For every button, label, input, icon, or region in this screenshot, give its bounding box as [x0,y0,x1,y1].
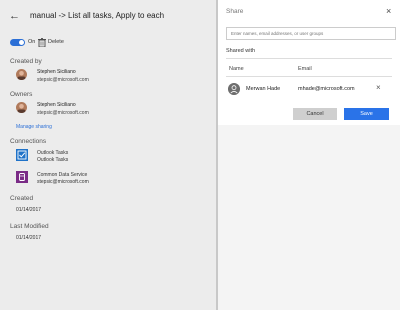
manage-sharing-link[interactable]: Manage sharing [16,124,52,130]
share-title: Share [226,8,244,15]
share-panel: Share × Shared with Name Email Merwan Ha… [218,0,400,125]
back-arrow-icon[interactable]: ← [9,10,20,22]
close-icon[interactable]: × [386,6,391,16]
share-pane: Share × Shared with Name Email Merwan Ha… [218,0,400,310]
owners-heading: Owners [10,91,33,98]
column-header-email: Email [298,66,312,72]
last-modified-heading: Last Modified [10,223,49,230]
divider-line [226,76,392,77]
created-date: 01/14/2017 [16,207,42,213]
creator-email: stepsic@microsoft.com [37,77,89,83]
connection-name: Outlook Tasks [37,150,69,156]
shared-user-email: mhade@microsoft.com [298,86,355,92]
owner-email: stepsic@microsoft.com [37,110,89,116]
shared-user-name: Merwan Hade [246,86,281,92]
owner-name: Stephen Siciliano [37,102,76,108]
page-title: manual -> List all tasks, Apply to each [30,11,165,20]
toggle-knob [19,40,24,45]
share-search-input[interactable] [226,27,396,40]
remove-user-icon[interactable]: × [376,83,381,92]
flow-on-toggle[interactable] [10,39,25,46]
connection-name: Common Data Service [37,172,88,178]
connection-detail: stepsic@microsoft.com [37,179,89,185]
column-header-name: Name [229,66,244,72]
owner-avatar [16,102,27,113]
creator-name: Stephen Siciliano [37,69,76,75]
created-heading: Created [10,195,34,202]
outlook-tasks-icon [16,149,28,161]
delete-button[interactable]: Delete [48,39,64,45]
last-modified-date: 01/14/2017 [16,235,42,241]
creator-avatar [16,69,27,80]
divider-line [226,58,392,59]
flow-details-pane: ← manual -> List all tasks, Apply to eac… [0,0,216,310]
connection-detail: Outlook Tasks [37,157,69,163]
connections-heading: Connections [10,138,47,145]
user-avatar-icon [228,83,240,95]
trash-icon[interactable] [38,38,46,47]
save-button[interactable]: Save [344,108,389,120]
cancel-button[interactable]: Cancel [293,108,337,120]
created-by-heading: Created by [10,58,42,65]
shared-with-heading: Shared with [226,48,256,54]
common-data-service-icon [16,171,28,183]
toggle-label: On [28,39,36,45]
